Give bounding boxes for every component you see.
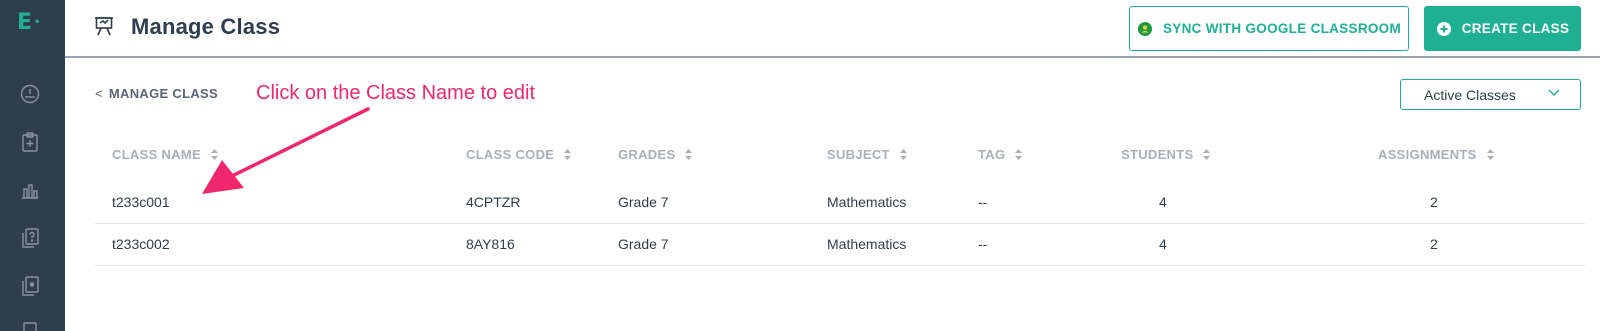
question-bank-icon[interactable] (19, 226, 41, 250)
assignments-cell: 2 (1430, 236, 1438, 252)
assignments-cell: 2 (1430, 194, 1438, 210)
sort-icon (1015, 149, 1023, 160)
col-header-grades[interactable]: GRADES (618, 147, 693, 162)
bar-chart-icon[interactable] (19, 178, 41, 202)
sort-icon (899, 149, 907, 160)
class-name-link[interactable]: t233c002 (112, 236, 170, 252)
sync-google-classroom-button[interactable]: SYNC WITH GOOGLE CLASSROOM (1129, 6, 1409, 51)
class-code-cell: 4CPTZR (466, 194, 521, 210)
students-cell: 4 (1159, 236, 1167, 252)
clipboard-add-icon[interactable] (19, 130, 41, 154)
grades-cell: Grade 7 (618, 236, 669, 252)
more-icon[interactable] (19, 318, 41, 331)
app-logo[interactable]: E • (17, 10, 40, 35)
item-bank-icon[interactable] (19, 274, 41, 298)
page-title: Manage Class (131, 14, 281, 39)
class-name-link[interactable]: t233c001 (112, 194, 170, 210)
dropdown-selected-value: Active Classes (1424, 86, 1516, 103)
back-chevron-icon: < (95, 86, 103, 101)
col-header-tag[interactable]: TAG (978, 147, 1023, 162)
annotation-text: Click on the Class Name to edit (256, 82, 536, 104)
dashboard-icon[interactable] (19, 82, 41, 106)
col-header-students[interactable]: STUDENTS (1121, 147, 1211, 162)
row-divider (95, 265, 1585, 266)
sort-icon (210, 149, 218, 160)
col-header-class-code[interactable]: CLASS CODE (466, 147, 572, 162)
sort-icon (1486, 149, 1494, 160)
grades-cell: Grade 7 (618, 194, 669, 210)
sidebar: E • (0, 0, 65, 331)
subject-cell: Mathematics (827, 194, 907, 210)
plus-circle-icon (1436, 21, 1452, 37)
class-code-cell: 8AY816 (466, 236, 515, 252)
create-button-label: CREATE CLASS (1461, 21, 1570, 36)
presentation-board-icon (95, 17, 113, 36)
col-header-assignments[interactable]: ASSIGNMENTS (1378, 147, 1494, 162)
chevron-down-icon (1548, 89, 1560, 96)
sync-button-label: SYNC WITH GOOGLE CLASSROOM (1162, 21, 1402, 36)
students-cell: 4 (1159, 194, 1167, 210)
sort-icon (685, 149, 693, 160)
subject-cell: Mathematics (827, 236, 907, 252)
sort-icon (564, 149, 572, 160)
create-class-button[interactable]: CREATE CLASS (1424, 6, 1581, 51)
google-classroom-icon (1137, 21, 1153, 37)
sort-icon (1203, 149, 1211, 160)
col-header-subject[interactable]: SUBJECT (827, 147, 907, 162)
tag-cell: -- (978, 194, 988, 210)
col-header-class-name[interactable]: CLASS NAME (112, 147, 218, 162)
tag-cell: -- (978, 236, 988, 252)
class-status-dropdown[interactable]: Active Classes (1400, 79, 1581, 110)
breadcrumb-label: MANAGE CLASS (108, 86, 218, 101)
breadcrumb[interactable]: < MANAGE CLASS (95, 86, 218, 101)
top-header: Manage Class SYNC WITH GOOGLE CLASSROOM … (65, 0, 1600, 58)
